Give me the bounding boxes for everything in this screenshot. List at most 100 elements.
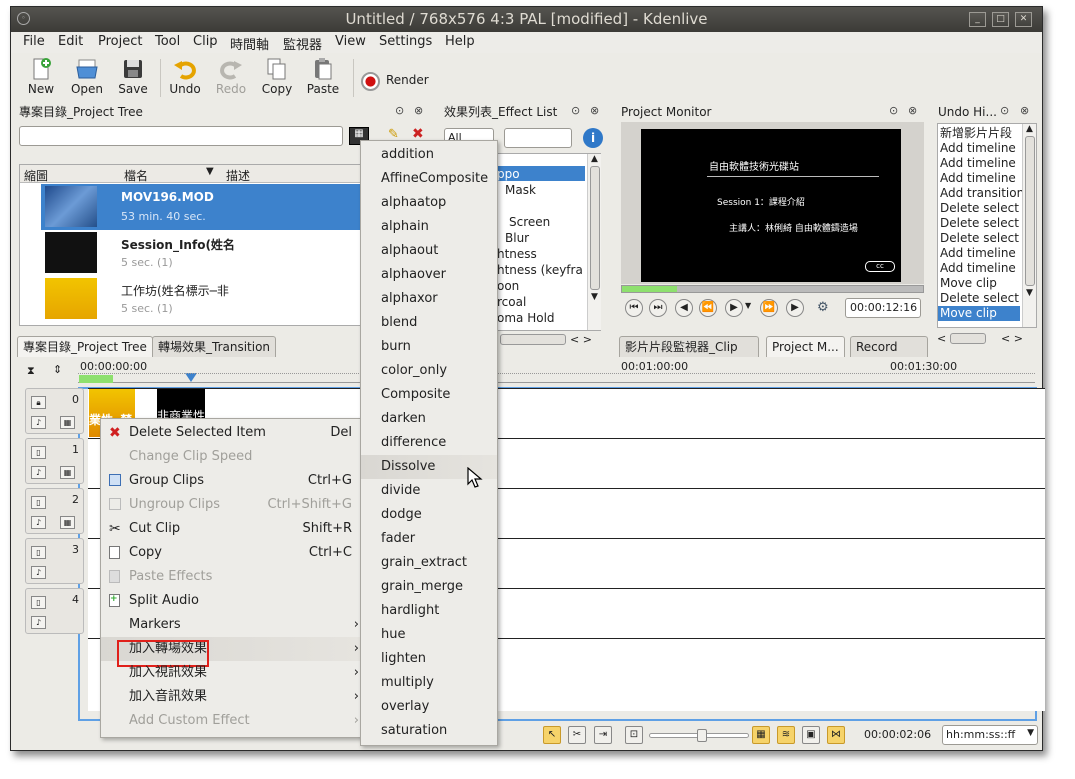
lock-icon[interactable]: ▯: [31, 446, 46, 459]
track-height-icon[interactable]: ⇕: [53, 363, 62, 376]
menu-help[interactable]: Help: [445, 34, 475, 49]
effect-search-input[interactable]: [504, 128, 572, 148]
menu-item-ungroup-clips[interactable]: Ungroup Clips Ctrl+Shift+G: [101, 493, 361, 517]
transition-item[interactable]: lighten: [361, 647, 497, 671]
tab-project-monitor[interactable]: Project M...: [766, 336, 845, 357]
transition-item[interactable]: fader: [361, 527, 497, 551]
timeline-ruler[interactable]: 00:00:00:00 00:01:00:00 00:01:30:00: [78, 359, 1035, 383]
menu-item-copy[interactable]: Copy Ctrl+C: [101, 541, 361, 565]
transition-item[interactable]: alphaxor: [361, 287, 497, 311]
redo-button[interactable]: Redo: [209, 57, 253, 96]
menu-file[interactable]: File: [23, 34, 45, 49]
track-header-0[interactable]: 0 🔒︎ ♪ ▦: [25, 388, 84, 434]
razor-tool-icon[interactable]: ✂: [568, 726, 586, 744]
menu-item-group-clips[interactable]: Group Clips Ctrl+G: [101, 469, 361, 493]
menu-view[interactable]: View: [335, 34, 366, 49]
transition-item[interactable]: alphain: [361, 215, 497, 239]
panel-close-icon[interactable]: ⊗: [414, 104, 423, 117]
video-mute-icon[interactable]: ▦: [60, 416, 75, 429]
effect-item[interactable]: oon: [497, 279, 519, 293]
undo-button[interactable]: Undo: [163, 57, 207, 96]
undo-item[interactable]: Delete select: [940, 201, 1019, 216]
video-mute-icon[interactable]: ▦: [60, 466, 75, 479]
transition-item[interactable]: hue: [361, 623, 497, 647]
undo-item[interactable]: Delete select: [940, 216, 1019, 231]
undo-item[interactable]: Move clip: [940, 276, 997, 291]
previous-marker-icon[interactable]: ⏪: [699, 299, 717, 317]
list-item-selected[interactable]: MOV196.MOD 53 min. 40 sec.: [41, 184, 363, 230]
panel-float-icon[interactable]: ⊙: [395, 104, 404, 117]
menu-item-cut-clip[interactable]: ✂ Cut Clip Shift+R: [101, 517, 361, 541]
undo-item[interactable]: Add timeline: [940, 141, 1016, 156]
list-item[interactable]: Session_Info(姓名 5 sec. (1): [41, 230, 363, 276]
undo-item[interactable]: Add timeline: [940, 246, 1016, 261]
undo-item[interactable]: Add timeline: [940, 171, 1016, 186]
monitor-seek-bar[interactable]: [621, 285, 924, 293]
transition-item[interactable]: blend: [361, 311, 497, 335]
transition-item[interactable]: alphaatop: [361, 191, 497, 215]
audio-mute-icon[interactable]: ♪: [31, 416, 46, 429]
select-tool-icon[interactable]: ↖: [543, 726, 561, 744]
track-header-4[interactable]: 4 ▯ ♪: [25, 588, 84, 634]
effect-item[interactable]: htness: [497, 247, 537, 261]
lock-icon[interactable]: ▯: [31, 596, 46, 609]
menu-item-split-audio[interactable]: + Split Audio: [101, 589, 361, 613]
effect-item[interactable]: htness (keyfra: [497, 263, 583, 277]
panel-close-icon[interactable]: ⊗: [1020, 104, 1029, 117]
menu-project[interactable]: Project: [98, 34, 142, 49]
paste-button[interactable]: Paste: [301, 57, 345, 96]
menu-edit[interactable]: Edit: [58, 34, 83, 49]
menu-item-delete[interactable]: ✖ Delete Selected Item Del: [101, 421, 361, 445]
effect-item[interactable]: Mask: [505, 183, 536, 197]
zoom-slider[interactable]: [649, 729, 749, 742]
timecode-format-select[interactable]: hh:mm:ss::ff ▼: [942, 725, 1038, 745]
panel-float-icon[interactable]: ⊙: [571, 104, 580, 117]
transition-item[interactable]: burn: [361, 335, 497, 359]
menu-item-add-audio-effect[interactable]: 加入音訊效果 ›: [101, 685, 361, 709]
transition-item[interactable]: hardlight: [361, 599, 497, 623]
transition-item[interactable]: multiply: [361, 671, 497, 695]
column-filename[interactable]: 檔名: [124, 167, 148, 184]
menu-item-add-video-effect[interactable]: 加入視訊效果 ›: [101, 661, 361, 685]
lock-icon[interactable]: ▯: [31, 496, 46, 509]
menu-settings[interactable]: Settings: [379, 34, 432, 49]
transition-item[interactable]: Composite: [361, 383, 497, 407]
effect-item[interactable]: Screen: [509, 215, 550, 229]
panel-float-icon[interactable]: ⊙: [1000, 104, 1009, 117]
app-menu-icon[interactable]: ◦: [17, 12, 30, 25]
transition-item[interactable]: addition: [361, 143, 497, 167]
audio-thumbnails-icon[interactable]: ≋: [777, 726, 795, 744]
video-thumbnails-icon[interactable]: ▦: [752, 726, 770, 744]
menu-clip[interactable]: Clip: [193, 34, 218, 49]
undo-item[interactable]: Delete select: [940, 231, 1019, 246]
tab-clip-monitor[interactable]: 影片片段監視器_Clip M...: [619, 336, 759, 357]
transition-item[interactable]: AffineComposite: [361, 167, 497, 191]
list-item[interactable]: 工作坊(姓名標示─非 5 sec. (1): [41, 276, 363, 322]
info-icon[interactable]: i: [583, 128, 603, 148]
track-header-2[interactable]: 2 ▯ ♪ ▦: [25, 488, 84, 534]
panel-close-icon[interactable]: ⊗: [590, 104, 599, 117]
tab-project-tree[interactable]: 專案目錄_Project Tree: [17, 336, 153, 357]
undo-item[interactable]: Add timeline: [940, 156, 1016, 171]
transition-item[interactable]: alphaout: [361, 239, 497, 263]
close-button[interactable]: ✕: [1015, 12, 1032, 27]
timecode-field[interactable]: 00:00:12:16: [845, 298, 921, 318]
previous-frame-icon[interactable]: ◀: [675, 299, 693, 317]
rewind-end-icon[interactable]: ⏭: [649, 299, 667, 317]
open-button[interactable]: Open: [65, 57, 109, 96]
next-marker-icon[interactable]: ⏩: [760, 299, 778, 317]
undo-item-selected[interactable]: Move clip: [940, 306, 997, 321]
transition-item[interactable]: saturation: [361, 719, 497, 743]
transition-item[interactable]: overlay: [361, 695, 497, 719]
menu-tool[interactable]: Tool: [155, 34, 180, 49]
spacer-tool-icon[interactable]: ⇥: [594, 726, 612, 744]
minimize-button[interactable]: _: [969, 12, 986, 27]
menu-item-add-custom-effect[interactable]: Add Custom Effect ›: [101, 709, 361, 733]
effect-item[interactable]: Blur: [505, 231, 529, 245]
maximize-button[interactable]: □: [992, 12, 1009, 27]
zoom-fit-icon[interactable]: ⧗: [27, 364, 35, 378]
column-description[interactable]: 描述: [226, 167, 250, 184]
track-header-3[interactable]: 3 ▯ ♪: [25, 538, 84, 584]
effect-item[interactable]: ppo: [497, 167, 520, 181]
audio-mute-icon[interactable]: ♪: [31, 466, 46, 479]
